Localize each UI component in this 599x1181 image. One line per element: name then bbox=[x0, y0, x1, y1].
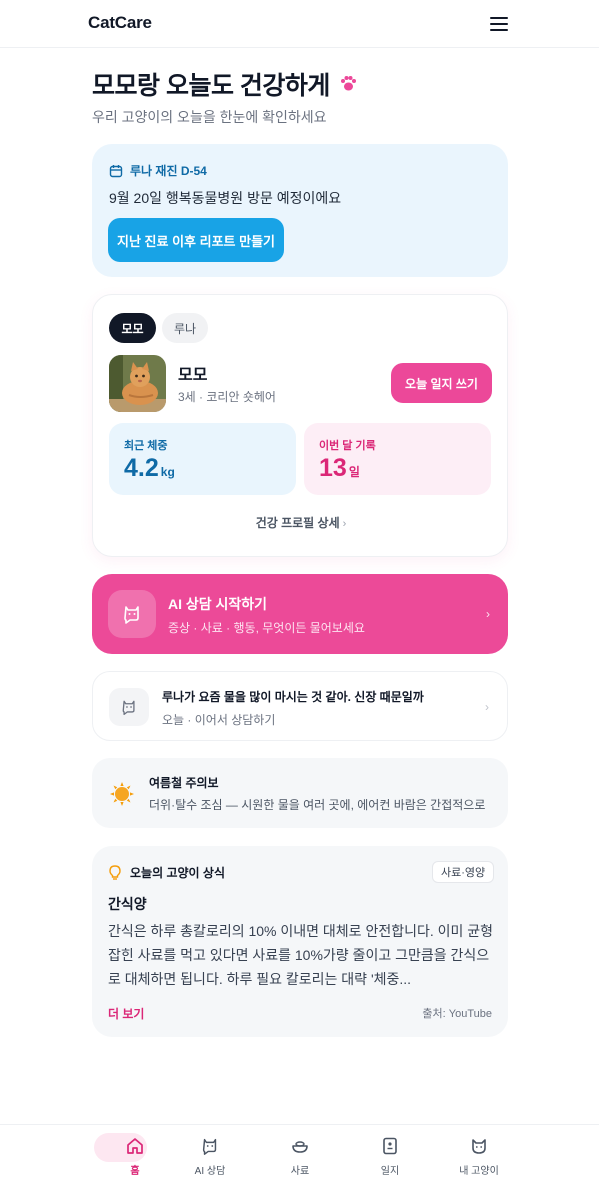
weight-unit: kg bbox=[160, 465, 175, 479]
page-subtitle: 우리 고양이의 오늘을 한눈에 확인하세요 bbox=[92, 109, 327, 125]
chat-bot-icon bbox=[122, 700, 135, 716]
sun-icon bbox=[110, 782, 134, 806]
calendar-icon bbox=[109, 164, 123, 177]
tip-source: 출처: YouTube bbox=[422, 1008, 492, 1020]
recheck-title: 루나 재진 D-54 bbox=[130, 164, 207, 178]
cat-photo bbox=[109, 355, 166, 412]
chevron-right-icon: › bbox=[342, 518, 347, 530]
nav-food-label: 사료 bbox=[290, 1166, 310, 1177]
bottom-navigation: 홈 AI 상담 사료 일지 내 고양이 bbox=[0, 1124, 599, 1181]
tip-body: 간식은 하루 총칼로리의 10% 이내면 대체로 안전합니다. 이미 균형 잡힌… bbox=[108, 923, 494, 987]
create-report-button[interactable]: 지난 진료 이후 리포트 만들기 bbox=[108, 218, 284, 262]
chat-bot-icon bbox=[124, 606, 139, 624]
home-icon bbox=[127, 1138, 143, 1154]
top-app-bar: CatCare bbox=[0, 0, 599, 48]
ai-icon-box bbox=[108, 590, 156, 638]
summer-alert-text: 더위·탈수 조심 — 시원한 물을 여러 곳에, 에어컨 바람은 간접적으로 bbox=[149, 798, 486, 812]
pet-summary-card: 모모 루나 모모 3세 · 코리안 숏헤어 오늘 일지 쓰기 최근 체중 4.2… bbox=[92, 294, 508, 557]
records-unit: 일 bbox=[348, 465, 360, 479]
diary-icon bbox=[383, 1137, 397, 1155]
chat-bot-icon bbox=[202, 1138, 217, 1155]
records-value: 13 bbox=[319, 454, 347, 482]
lightbulb-icon bbox=[109, 864, 121, 880]
health-profile-label: 건강 프로필 상세 bbox=[255, 516, 340, 530]
daily-tip-label: 오늘의 고양이 상식 bbox=[130, 866, 225, 880]
pet-info: 3세 · 코리안 숏헤어 bbox=[178, 390, 276, 404]
page-title: 모모랑 오늘도 건강하게 bbox=[92, 66, 358, 102]
nav-my-cat[interactable]: 내 고양이 bbox=[434, 1125, 524, 1181]
tip-title: 간식양 bbox=[108, 896, 147, 912]
app-logo[interactable]: CatCare bbox=[88, 13, 152, 33]
recheck-card: 루나 재진 D-54 9월 20일 행복동물병원 방문 예정이에요 지난 진료 … bbox=[92, 144, 508, 277]
records-stat[interactable]: 이번 달 기록 13 일 bbox=[304, 423, 491, 495]
page-title-text: 모모랑 오늘도 건강하게 bbox=[92, 72, 330, 100]
food-bowl-icon bbox=[292, 1141, 308, 1153]
pet-avatar bbox=[109, 355, 166, 412]
nav-diary-label: 일지 bbox=[380, 1166, 400, 1177]
health-profile-link[interactable]: 건강 프로필 상세 › bbox=[93, 514, 509, 531]
recent-chat-item[interactable]: 루나가 요즘 물을 많이 마시는 것 같아. 신장 때문일까 오늘 · 이어서 … bbox=[92, 671, 508, 741]
pet-tab-momo[interactable]: 모모 bbox=[109, 313, 156, 343]
chat-icon-box bbox=[109, 688, 149, 726]
paw-icon bbox=[340, 76, 356, 91]
records-label: 이번 달 기록 bbox=[319, 440, 376, 452]
summer-alert-card: 여름철 주의보 더위·탈수 조심 — 시원한 물을 여러 곳에, 에어컨 바람은… bbox=[92, 758, 508, 828]
nav-food[interactable]: 사료 bbox=[255, 1125, 345, 1181]
hamburger-menu-icon[interactable] bbox=[490, 16, 508, 32]
cat-icon bbox=[472, 1139, 486, 1154]
ai-start-subtitle: 증상 · 사료 · 행동, 무엇이든 물어보세요 bbox=[168, 621, 365, 635]
nav-ai-consult-label: AI 상담 bbox=[194, 1166, 226, 1177]
daily-tip-card: 오늘의 고양이 상식 사료·영양 간식양 간식은 하루 총칼로리의 10% 이내… bbox=[92, 846, 508, 1037]
nav-diary[interactable]: 일지 bbox=[345, 1125, 435, 1181]
pet-tab-luna[interactable]: 루나 bbox=[162, 313, 208, 343]
pet-name: 모모 bbox=[178, 367, 208, 384]
nav-ai-consult[interactable]: AI 상담 bbox=[165, 1125, 255, 1181]
ai-consult-start-button[interactable]: AI 상담 시작하기 증상 · 사료 · 행동, 무엇이든 물어보세요 › bbox=[92, 574, 508, 654]
summer-alert-title: 여름철 주의보 bbox=[149, 776, 219, 790]
weight-stat[interactable]: 최근 체중 4.2 kg bbox=[109, 423, 296, 495]
read-more-link[interactable]: 더 보기 bbox=[108, 1005, 144, 1022]
weight-label: 최근 체중 bbox=[124, 440, 168, 452]
recent-chat-subtitle: 오늘 · 이어서 상담하기 bbox=[162, 713, 276, 727]
nav-my-cat-label: 내 고양이 bbox=[459, 1166, 499, 1177]
ai-start-title: AI 상담 시작하기 bbox=[168, 596, 268, 612]
recent-chat-title: 루나가 요즘 물을 많이 마시는 것 같아. 신장 때문일까 bbox=[162, 690, 424, 704]
tip-category-badge: 사료·영양 bbox=[432, 861, 495, 883]
chevron-right-icon: › bbox=[485, 700, 489, 714]
chevron-right-icon: › bbox=[486, 607, 490, 621]
weight-value: 4.2 bbox=[124, 454, 159, 482]
recheck-text: 9월 20일 행복동물병원 방문 예정이에요 bbox=[109, 190, 342, 206]
write-diary-button[interactable]: 오늘 일지 쓰기 bbox=[391, 363, 492, 403]
